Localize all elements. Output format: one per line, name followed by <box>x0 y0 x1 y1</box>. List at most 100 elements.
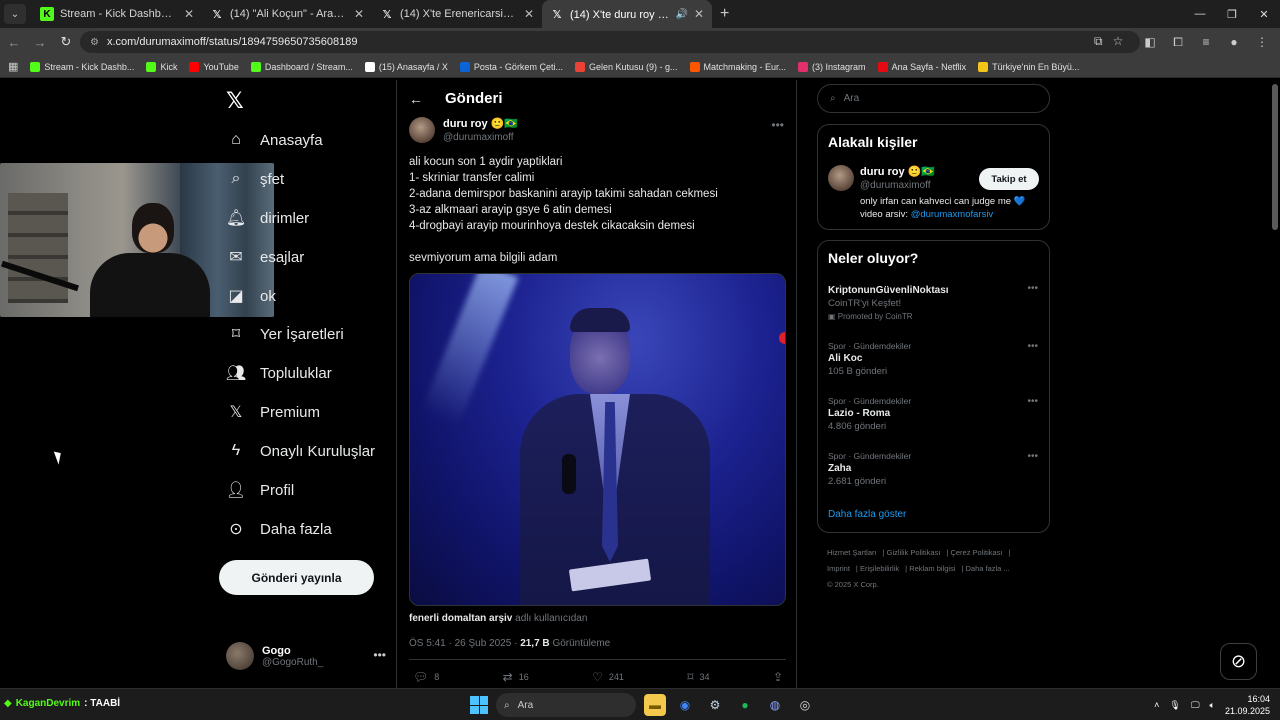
like-button[interactable]: ♡ 241 <box>592 670 624 684</box>
footer-link[interactable]: Çerez Politikası <box>950 548 1002 557</box>
post-video[interactable] <box>409 273 786 606</box>
footer-link[interactable]: Erişilebilirlik <box>860 564 899 573</box>
site-info-icon[interactable]: ⚙ <box>90 37 99 48</box>
sidebar-item-person[interactable]: 👤︎ Profil <box>226 478 294 502</box>
close-icon[interactable]: ✕ <box>694 7 704 21</box>
taskbar-search[interactable]: ⌕ Ara <box>496 693 636 717</box>
kebab-menu-icon[interactable]: ⋮ <box>1252 32 1272 52</box>
restore-icon[interactable]: ❐ <box>1216 0 1248 28</box>
post-button[interactable]: Gönderi yayınla <box>219 560 374 595</box>
bio-link[interactable]: @durumaxmofarsiv <box>911 209 994 220</box>
person-name[interactable]: duru roy 🙂🇧🇷 <box>860 165 935 178</box>
footer-link[interactable]: Daha fazla ... <box>966 564 1010 573</box>
tab-duru-roy[interactable]: 𝕏 (14) X'te duru roy 🙂 🔊 ✕ <box>542 0 712 28</box>
sidebar-item-grok[interactable]: ◪ ok <box>226 284 275 308</box>
new-tab-button[interactable]: + <box>720 5 729 23</box>
sidebar-item-bookmark[interactable]: ⌑ Yer İşaretleri <box>226 322 344 346</box>
avatar[interactable] <box>828 165 854 191</box>
spotify-icon[interactable]: ● <box>734 694 756 716</box>
trend-item[interactable]: KriptonunGüvenliNoktası CoinTR'yi Keşfet… <box>828 283 1038 321</box>
bookmark-item[interactable]: Gelen Kutusu (9) - g... <box>574 61 678 72</box>
bookmark-item[interactable]: Türkiye'nin En Büyü... <box>978 61 1079 72</box>
steam-icon[interactable]: ⚙ <box>704 694 726 716</box>
bookmark-item[interactable]: Matchmaking - Eur... <box>689 61 786 72</box>
more-icon[interactable]: ••• <box>1027 396 1038 407</box>
clock[interactable]: 16:04 21.09.2025 <box>1225 693 1270 717</box>
forward-arrow-icon[interactable]: → <box>28 30 52 54</box>
app-icon[interactable]: ◍ <box>764 694 786 716</box>
grok-icon[interactable]: ⊘ <box>1220 643 1257 680</box>
scrollbar[interactable] <box>1272 84 1278 230</box>
sidebar-item-more-circle[interactable]: ⊙ Daha fazla <box>226 517 331 541</box>
footer-link[interactable]: Gizlilik Politikası <box>887 548 941 557</box>
reload-icon[interactable]: ↻ <box>54 30 78 54</box>
tab-kick-dashboard[interactable]: K Stream - Kick Dashboard ✕ <box>32 0 202 28</box>
sidebar-item-x-premium[interactable]: 𝕏 Premium <box>226 400 320 424</box>
sidebar-item-lightning[interactable]: ϟ Onaylı Kuruluşlar <box>226 439 375 463</box>
chrome-icon[interactable]: ◉ <box>674 694 696 716</box>
author-handle[interactable]: @durumaximoff <box>443 132 518 143</box>
apps-grid-icon[interactable]: ▦ <box>8 60 18 73</box>
video-attribution[interactable]: fenerli domaltan arşiv adlı kullanıcıdan <box>409 613 587 624</box>
footer-link[interactable]: Imprint <box>827 564 850 573</box>
attribution-name[interactable]: fenerli domaltan arşiv <box>409 613 512 624</box>
url-field[interactable]: ⚙ x.com/durumaximoff/status/189475965073… <box>80 31 1140 53</box>
more-icon[interactable]: ••• <box>771 118 784 132</box>
footer-link[interactable]: Hizmet Şartları <box>827 548 877 557</box>
profile-avatar-icon[interactable]: ● <box>1224 32 1244 52</box>
bookmark-item[interactable]: Dashboard / Stream... <box>250 61 353 72</box>
account-switcher[interactable]: Gogo @GogoRuth_ ••• <box>226 642 386 670</box>
extension-icon[interactable]: ◧ <box>1140 32 1160 52</box>
network-icon[interactable]: 🖵︎ <box>1191 700 1200 711</box>
puzzle-icon[interactable]: ⧠ <box>1168 32 1188 52</box>
search-input[interactable]: ⌕ Ara <box>817 84 1050 113</box>
install-app-icon[interactable]: ⧉ <box>1094 34 1103 49</box>
more-icon[interactable]: ••• <box>1027 341 1038 352</box>
app-icon[interactable]: ◎ <box>794 694 816 716</box>
person-handle[interactable]: @durumaximoff <box>860 180 935 191</box>
author-name[interactable]: duru roy 🙂🇧🇷 <box>443 117 518 130</box>
post-author[interactable]: duru roy 🙂🇧🇷 @durumaximoff <box>409 117 518 143</box>
close-icon[interactable]: ✕ <box>184 7 194 21</box>
relevant-person[interactable]: duru roy 🙂🇧🇷 @durumaximoff <box>828 165 935 191</box>
back-arrow-icon[interactable]: ← <box>2 30 26 54</box>
trend-item[interactable]: Spor · Gündemdekiler Zaha 2.681 gönderi … <box>828 451 1038 487</box>
more-icon[interactable]: ••• <box>1027 451 1038 462</box>
back-arrow-icon[interactable]: ← <box>409 91 423 107</box>
star-icon[interactable]: ☆ <box>1113 34 1124 49</box>
reply-button[interactable]: 💬︎ 8 <box>413 670 439 684</box>
speaker-icon[interactable]: 🔊 <box>675 9 687 20</box>
bookmark-button[interactable]: ⌑ 34 <box>687 670 709 684</box>
bookmark-item[interactable]: Posta - Görkem Çeti... <box>459 61 563 72</box>
avatar[interactable] <box>409 117 435 143</box>
trend-item[interactable]: Spor · Gündemdekiler Ali Koc 105 B gönde… <box>828 341 1038 377</box>
sidebar-item-search[interactable]: ⌕ şfet <box>226 167 285 191</box>
bookmark-item[interactable]: Stream - Kick Dashb... <box>30 61 134 72</box>
bookmark-item[interactable]: (3) Instagram <box>798 61 866 72</box>
tab-ali-kocun-search[interactable]: 𝕏 (14) "Ali Koçun" - Arama / X ✕ <box>202 0 372 28</box>
x-logo-icon[interactable]: 𝕏 <box>226 88 244 114</box>
close-icon[interactable]: ✕ <box>524 7 534 21</box>
volume-icon[interactable]: 🔈︎ <box>1210 700 1215 711</box>
sidebar-item-home[interactable]: ⌂ Anasayfa <box>226 128 322 152</box>
share-button[interactable]: ⇪ <box>773 670 783 684</box>
file-explorer-icon[interactable]: ▬ <box>644 694 666 716</box>
more-icon[interactable]: ••• <box>373 648 386 662</box>
bookmark-item[interactable]: YouTube <box>189 61 239 72</box>
microphone-icon[interactable]: 🎙︎ <box>1169 700 1180 711</box>
more-icon[interactable]: ••• <box>1027 283 1038 294</box>
bookmark-item[interactable]: Ana Sayfa - Netflix <box>877 61 966 72</box>
repost-button[interactable]: ⇄ 16 <box>503 670 529 684</box>
bookmark-item[interactable]: Kick <box>146 61 177 72</box>
close-window-icon[interactable]: ✕ <box>1248 0 1280 28</box>
minimize-icon[interactable]: — <box>1184 0 1216 28</box>
trend-item[interactable]: Spor · Gündemdekiler Lazio - Roma 4.806 … <box>828 396 1038 432</box>
footer-link[interactable]: Reklam bilgisi <box>909 564 955 573</box>
tab-search-button[interactable]: ⌄ <box>4 4 26 24</box>
follow-button[interactable]: Takip et <box>979 168 1039 190</box>
bookmark-item[interactable]: (15) Anasayfa / X <box>364 61 448 72</box>
post-time[interactable]: ÖS 5:41 · 26 Şub 2025 · <box>409 638 520 649</box>
tab-erenericarsiv[interactable]: 𝕏 (14) X'te Erenericarsiv #Gücün ✕ <box>372 0 542 28</box>
windows-start-icon[interactable] <box>470 696 488 714</box>
sidebar-item-people[interactable]: 👥︎ Topluluklar <box>226 361 332 385</box>
